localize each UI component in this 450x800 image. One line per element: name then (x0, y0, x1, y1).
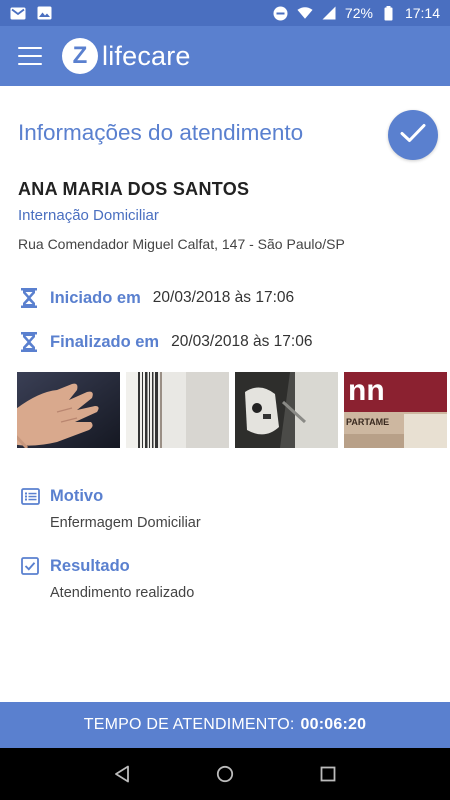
reason-section: Motivo Enfermagem Domiciliar (20, 486, 201, 531)
photo-hand[interactable] (17, 372, 120, 448)
service-time-value: 00:06:20 (300, 716, 367, 733)
do-not-disturb-icon (273, 6, 289, 20)
service-type: Internação Domiciliar (18, 207, 159, 224)
page-title: Informações do atendimento (18, 120, 304, 145)
started-row: Iniciado em 20/03/2018 às 17:06 (18, 287, 294, 309)
photo-barcode[interactable] (126, 372, 229, 448)
check-icon (400, 123, 426, 148)
back-icon[interactable] (107, 759, 137, 789)
started-value: 20/03/2018 às 17:06 (152, 289, 295, 306)
battery-percentage: 72% (344, 5, 373, 21)
package-sub-text: PARTAME (346, 417, 389, 427)
photo-package[interactable]: nn PARTAME (344, 372, 447, 448)
battery-icon (381, 5, 397, 20)
status-bar: 72% 17:14 (0, 0, 450, 26)
main-content: Informações do atendimento ANA MARIA DOS… (0, 86, 450, 702)
result-section: Resultado Atendimento realizado (20, 556, 194, 601)
app-logo: Z lifecare (62, 38, 191, 74)
checkbox-icon (20, 556, 40, 576)
started-label: Iniciado em (50, 288, 141, 307)
reason-label: Motivo (50, 486, 104, 505)
gmail-icon (10, 6, 26, 20)
signal-icon (321, 6, 337, 20)
service-time-bar: TEMPO DE ATENDIMENTO: 00:06:20 (0, 702, 450, 748)
logo-mark: Z (62, 38, 98, 74)
logo-text: lifecare (102, 40, 191, 71)
list-icon (20, 486, 40, 506)
result-value: Atendimento realizado (50, 585, 195, 601)
recents-icon[interactable] (313, 759, 343, 789)
result-label: Resultado (50, 556, 130, 575)
app-bar: Z lifecare (0, 26, 450, 86)
reason-value: Enfermagem Domiciliar (50, 515, 201, 531)
photo-strip: nn PARTAME (17, 372, 450, 448)
title-row: Informações do atendimento (18, 110, 438, 164)
gallery-icon (36, 6, 52, 20)
service-time-label: TEMPO DE ATENDIMENTO: (83, 716, 295, 733)
patient-address: Rua Comendador Miguel Calfat, 147 - São … (18, 236, 345, 252)
confirm-button[interactable] (388, 110, 438, 160)
finished-label: Finalizado em (50, 332, 160, 351)
package-brand-text: nn (348, 374, 385, 407)
hourglass-icon (18, 287, 40, 309)
status-time: 17:14 (404, 5, 440, 21)
finished-row: Finalizado em 20/03/2018 às 17:06 (18, 331, 312, 353)
patient-name: ANA MARIA DOS SANTOS (18, 179, 250, 199)
home-icon[interactable] (210, 759, 240, 789)
wifi-icon (297, 6, 313, 20)
photo-device[interactable] (235, 372, 338, 448)
system-nav-bar (0, 748, 450, 800)
hamburger-menu-icon[interactable] (18, 47, 42, 65)
hourglass-icon (18, 331, 40, 353)
finished-value: 20/03/2018 às 17:06 (171, 333, 313, 350)
